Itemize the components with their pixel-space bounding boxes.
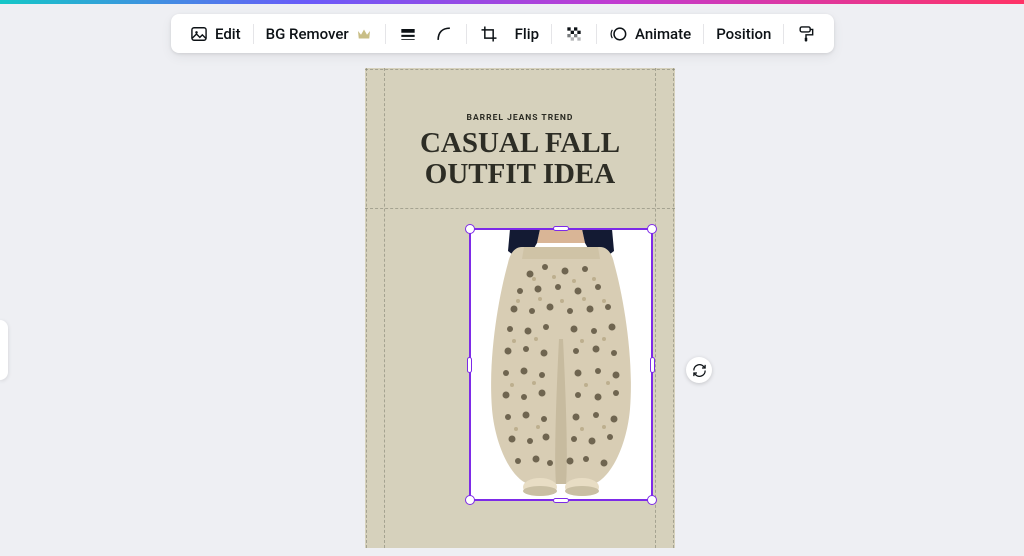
flip-button[interactable]: Flip: [507, 19, 547, 49]
position-button[interactable]: Position: [708, 19, 779, 49]
left-peek-panel[interactable]: [0, 320, 8, 380]
paint-roller-icon: [796, 24, 816, 44]
toolbar-divider: [596, 24, 597, 44]
toolbar-divider: [385, 24, 386, 44]
position-label: Position: [716, 25, 771, 43]
bg-remover-button[interactable]: BG Remover: [258, 19, 381, 49]
crop-button[interactable]: [471, 18, 507, 50]
animate-button[interactable]: Animate: [601, 18, 699, 50]
more-options-button[interactable]: [788, 18, 824, 50]
guide-top: [365, 69, 675, 70]
heading-line1: CASUAL FALL: [365, 128, 675, 159]
border-weight-button[interactable]: [390, 18, 426, 50]
flip-label: Flip: [515, 25, 539, 43]
toolbar-divider: [253, 24, 254, 44]
bg-remover-label: BG Remover: [266, 25, 349, 43]
border-weight-icon: [398, 24, 418, 44]
subheading-text[interactable]: BARREL JEANS TREND: [365, 113, 675, 123]
design-canvas[interactable]: BARREL JEANS TREND CASUAL FALL OUTFIT ID…: [365, 68, 675, 548]
toolbar-divider: [703, 24, 704, 44]
edit-label: Edit: [215, 25, 241, 43]
transparency-icon: [564, 24, 584, 44]
heading-line2: OUTFIT IDEA: [365, 159, 675, 190]
toolbar-divider: [783, 24, 784, 44]
crop-icon: [479, 24, 499, 44]
transparency-button[interactable]: [556, 18, 592, 50]
brand-gradient-bar: [0, 0, 1024, 4]
animate-icon: [609, 24, 629, 44]
toolbar-divider: [551, 24, 552, 44]
image-content: [470, 229, 652, 500]
corner-rounding-button[interactable]: [426, 18, 462, 50]
selected-image[interactable]: [470, 229, 652, 500]
guide-mid: [365, 208, 675, 209]
edit-image-icon: [189, 24, 209, 44]
contextual-toolbar: Edit BG Remover Flip: [171, 14, 834, 53]
rotate-icon: [692, 363, 707, 378]
animate-label: Animate: [635, 25, 691, 43]
toolbar-divider: [466, 24, 467, 44]
heading-text[interactable]: CASUAL FALL OUTFIT IDEA: [365, 128, 675, 191]
edit-button[interactable]: Edit: [181, 18, 249, 50]
corner-rounding-icon: [434, 24, 454, 44]
rotate-replace-button[interactable]: [686, 357, 712, 383]
crown-icon: [355, 25, 373, 43]
